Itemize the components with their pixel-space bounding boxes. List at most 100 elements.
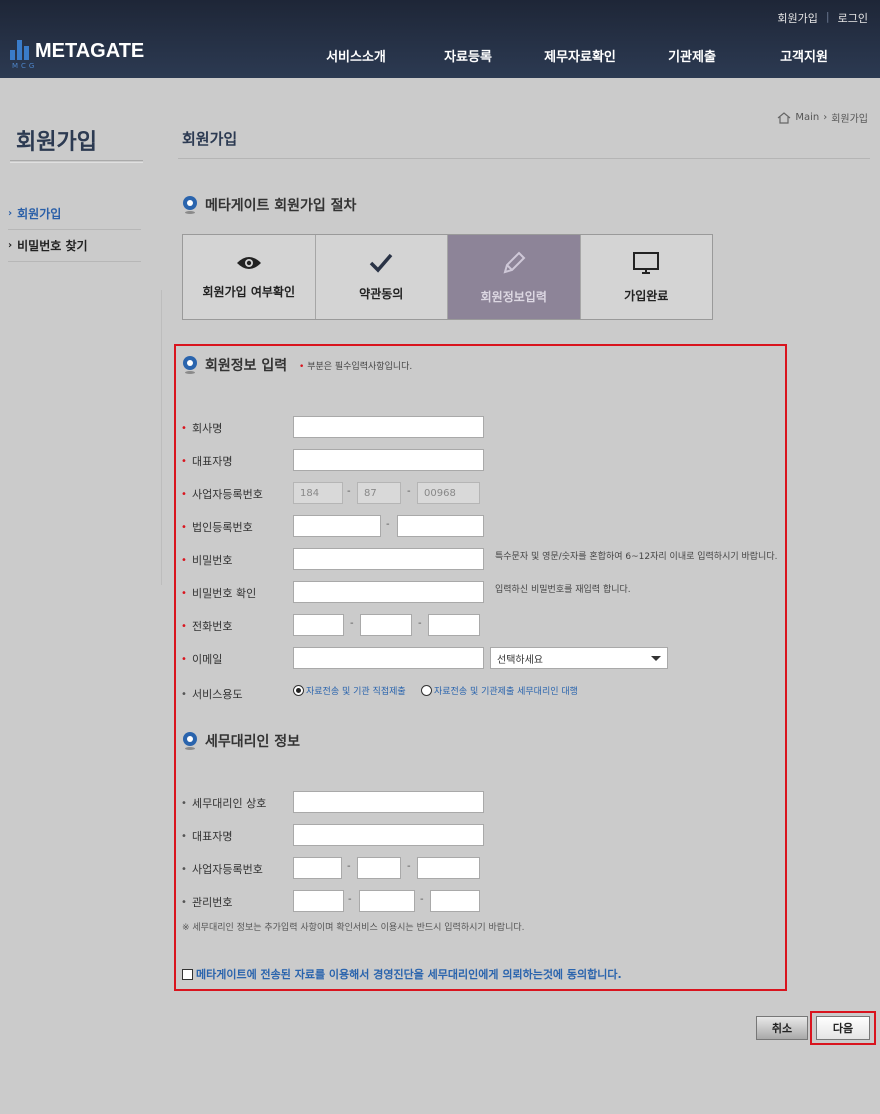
- signup-link[interactable]: 회원가입: [777, 10, 817, 26]
- dash-separator: -: [407, 486, 411, 497]
- label-text: 사업자등록번호: [192, 488, 263, 501]
- ceo-name-input[interactable]: [293, 449, 484, 471]
- nav-financial-check[interactable]: 제무자료확인: [524, 46, 636, 65]
- metagate-logo[interactable]: METAGATE MCG: [10, 40, 144, 70]
- agent-info-note: ※ 세무대리인 정보는 추가입력 사항이며 확인서비스 이용시는 반드시 입력하…: [182, 923, 525, 933]
- service-use-option-agent[interactable]: 자료전송 및 기관제출 세무대리인 대행: [421, 684, 578, 697]
- bullet-dot-icon: •: [181, 896, 187, 908]
- agent-name-label: • 세무대리인 상호: [181, 795, 266, 811]
- dash-separator: -: [386, 519, 390, 530]
- caret-down-icon: [651, 655, 661, 661]
- cancel-button[interactable]: 취소: [756, 1016, 808, 1040]
- top-header: 회원가입 | 로그인 METAGATE MCG 서비스소개 자료등록 제무자료확…: [0, 0, 880, 78]
- password-confirm-help: 입력하신 비밀번호를 재입력 합니다.: [495, 585, 631, 595]
- nav-agency-submit[interactable]: 기관제출: [636, 46, 748, 65]
- agent-ceo-input[interactable]: [293, 824, 484, 846]
- agree-label[interactable]: 메타게이트에 전송된 자료를 이용해서 경영진단을 세무대리인에게 의뢰하는것에…: [196, 966, 622, 982]
- required-dot-icon: •: [181, 521, 187, 533]
- label-text: 회사명: [192, 422, 223, 435]
- radio-unchecked-icon[interactable]: [421, 685, 432, 696]
- step-label: 회원가입 여부확인: [202, 284, 296, 299]
- mgmt-no-part2-input[interactable]: [359, 890, 415, 912]
- phone-part3-input[interactable]: [428, 614, 480, 636]
- email-input[interactable]: [293, 647, 484, 669]
- member-info-title: 회원정보 입력: [205, 358, 288, 374]
- mgmt-no-part1-input[interactable]: [293, 890, 344, 912]
- agent-biz-no-part2-input[interactable]: [357, 857, 401, 879]
- required-dot-icon: •: [181, 488, 187, 500]
- home-icon[interactable]: [777, 111, 791, 124]
- agent-biz-no-part1-input[interactable]: [293, 857, 342, 879]
- agree-checkbox-row[interactable]: 메타게이트에 전송된 자료를 이용해서 경영진단을 세무대리인에게 의뢰하는것에…: [182, 966, 622, 982]
- password-input[interactable]: [293, 548, 484, 570]
- radio-checked-icon[interactable]: [293, 685, 304, 696]
- sidebar-menu: › 회원가입 › 비밀번호 찾기: [8, 198, 141, 262]
- logo-subtext: MCG: [12, 62, 38, 70]
- corp-no-part1-input[interactable]: [293, 515, 381, 537]
- radio-label[interactable]: 자료전송 및 기관제출 세무대리인 대행: [434, 684, 578, 697]
- email-domain-select[interactable]: 선택하세요: [490, 647, 668, 669]
- agent-biz-no-part3-input[interactable]: [417, 857, 480, 879]
- step-label: 약관동의: [359, 286, 404, 301]
- sidebar-vertical-line: [161, 290, 162, 585]
- agent-name-input[interactable]: [293, 791, 484, 813]
- service-use-option-direct[interactable]: 자료전송 및 기관 직접제출: [293, 684, 406, 697]
- company-name-input[interactable]: [293, 416, 484, 438]
- mgmt-no-label: • 관리번호: [181, 894, 232, 910]
- step-complete: 가입완료: [580, 235, 712, 319]
- page-title: 회원가입: [182, 130, 238, 148]
- agent-ceo-label: • 대표자명: [181, 828, 232, 844]
- location-pin-icon: [182, 196, 198, 214]
- mgmt-no-part3-input[interactable]: [430, 890, 480, 912]
- pencil-icon: [503, 251, 526, 273]
- required-note: • 부분은 필수입력사항입니다.: [299, 359, 412, 372]
- required-dot-icon: •: [299, 362, 305, 372]
- bullet-dot-icon: •: [181, 688, 187, 700]
- sidebar-item-signup[interactable]: › 회원가입: [8, 198, 141, 230]
- label-text: 세무대리인 상호: [192, 797, 267, 810]
- breadcrumb-home[interactable]: Main: [795, 112, 819, 123]
- step-membership-check: 회원가입 여부확인: [183, 235, 316, 319]
- nav-service-intro[interactable]: 서비스소개: [300, 46, 412, 65]
- checkbox[interactable]: [182, 968, 193, 980]
- agent-info-title: 세무대리인 정보: [205, 734, 301, 750]
- nav-customer-support[interactable]: 고객지원: [748, 46, 860, 65]
- monitor-icon: [633, 251, 660, 274]
- password-confirm-input[interactable]: [293, 581, 484, 603]
- corp-no-label: • 법인등록번호: [181, 519, 253, 535]
- step-terms-agree: 약관동의: [315, 235, 448, 319]
- required-dot-icon: •: [181, 554, 187, 566]
- next-button[interactable]: 다음: [816, 1016, 870, 1040]
- member-info-heading: 회원정보 입력: [182, 355, 287, 375]
- bullet-dot-icon: •: [181, 830, 187, 842]
- breadcrumb: Main › 회원가입: [777, 110, 868, 125]
- checkmark-icon: [370, 253, 393, 273]
- label-text: 대표자명: [192, 830, 233, 843]
- phone-part2-input[interactable]: [360, 614, 412, 636]
- label-text: 사업자등록번호: [192, 863, 263, 876]
- location-pin-icon: [182, 732, 198, 750]
- step-label: 회원정보입력: [480, 289, 547, 304]
- service-use-label: • 서비스용도: [181, 686, 243, 702]
- phone-part1-input[interactable]: [293, 614, 344, 636]
- sidebar-divider: [10, 160, 143, 163]
- label-text: 비밀번호: [192, 554, 233, 567]
- sidebar-item-find-password[interactable]: › 비밀번호 찾기: [8, 230, 141, 262]
- corp-no-part2-input[interactable]: [397, 515, 484, 537]
- dash-separator: -: [348, 894, 352, 905]
- password-label: • 비밀번호: [181, 552, 232, 568]
- eye-icon: [236, 256, 261, 269]
- login-link[interactable]: 로그인: [838, 10, 868, 26]
- breadcrumb-current: 회원가입: [831, 114, 868, 125]
- select-value: 선택하세요: [497, 654, 543, 666]
- biz-no-part2-input: 87: [357, 482, 401, 504]
- radio-label[interactable]: 자료전송 및 기관 직접제출: [306, 684, 406, 697]
- phone-label: • 전화번호: [181, 618, 232, 634]
- main-nav: 서비스소개 자료등록 제무자료확인 기관제출 고객지원: [300, 46, 860, 65]
- step-label: 가입완료: [624, 288, 669, 303]
- dash-separator: -: [347, 486, 351, 497]
- nav-data-register[interactable]: 자료등록: [412, 46, 524, 65]
- label-text: 이메일: [192, 653, 223, 666]
- procedure-title: 메타게이트 회원가입 절차: [205, 198, 357, 214]
- logo-bars-icon: [10, 40, 29, 60]
